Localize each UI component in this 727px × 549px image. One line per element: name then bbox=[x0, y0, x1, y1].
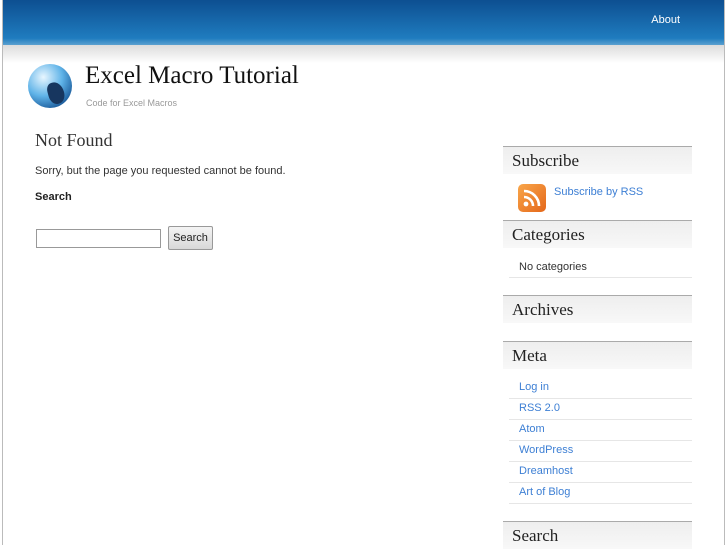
top-navigation-bar: About bbox=[3, 0, 724, 45]
divider bbox=[509, 461, 692, 462]
meta-link-art-of-blog[interactable]: Art of Blog bbox=[519, 486, 570, 498]
divider bbox=[509, 419, 692, 420]
widget-title-subscribe: Subscribe bbox=[503, 146, 692, 174]
meta-link-dreamhost[interactable]: Dreamhost bbox=[519, 465, 573, 477]
divider bbox=[509, 277, 692, 278]
page-title: Not Found bbox=[35, 130, 113, 150]
nav-about-link[interactable]: About bbox=[651, 14, 680, 26]
meta-link-rss[interactable]: RSS 2.0 bbox=[519, 402, 560, 414]
divider bbox=[509, 482, 692, 483]
search-button[interactable]: Search bbox=[168, 226, 213, 250]
no-categories-text: No categories bbox=[519, 261, 587, 273]
globe-logo-icon[interactable] bbox=[28, 64, 72, 108]
meta-link-atom[interactable]: Atom bbox=[519, 423, 545, 435]
divider bbox=[509, 398, 692, 399]
search-input[interactable] bbox=[36, 229, 161, 248]
widget-title-archives: Archives bbox=[503, 295, 692, 323]
not-found-message: Sorry, but the page you requested cannot… bbox=[35, 165, 286, 177]
rss-icon[interactable] bbox=[518, 184, 546, 212]
divider bbox=[509, 503, 692, 504]
site-tagline: Code for Excel Macros bbox=[86, 98, 178, 108]
meta-link-wordpress[interactable]: WordPress bbox=[519, 444, 573, 456]
meta-link-log-in[interactable]: Log in bbox=[519, 381, 549, 393]
header-shadow bbox=[3, 45, 724, 63]
site-title[interactable]: Excel Macro Tutorial bbox=[85, 62, 299, 90]
search-label: Search bbox=[35, 191, 72, 203]
subscribe-rss-link[interactable]: Subscribe by RSS bbox=[554, 186, 643, 198]
widget-title-categories: Categories bbox=[503, 220, 692, 248]
divider bbox=[509, 440, 692, 441]
widget-title-meta: Meta bbox=[503, 341, 692, 369]
